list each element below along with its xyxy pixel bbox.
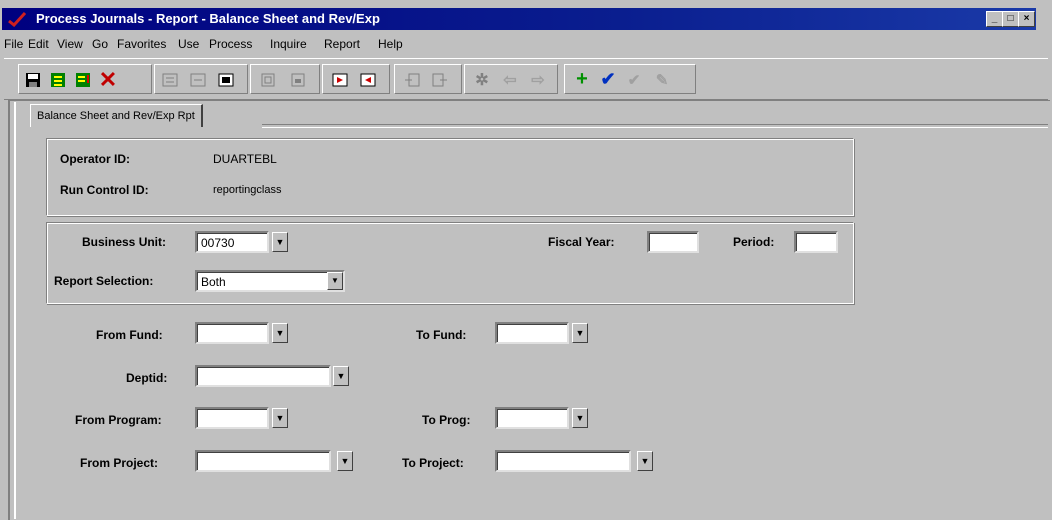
menu-view[interactable]: View [57, 37, 83, 51]
list-left-icon[interactable] [401, 69, 423, 90]
tab-balance-sheet[interactable]: Balance Sheet and Rev/Exp Rpt [30, 104, 203, 127]
paste-icon[interactable] [287, 69, 309, 90]
from-program-prompt-icon[interactable]: ▼ [272, 408, 288, 428]
from-program-input[interactable] [195, 407, 269, 429]
to-project-prompt-icon[interactable]: ▼ [637, 451, 653, 471]
from-fund-input[interactable] [195, 322, 269, 344]
toolbar-group-actions: + ✔ ✔ ✎ [564, 64, 696, 94]
from-fund-label: From Fund: [96, 328, 163, 342]
refresh-list-icon[interactable] [72, 69, 94, 90]
run-control-group [46, 138, 854, 216]
window-title: Process Journals - Report - Balance Shee… [36, 11, 380, 26]
business-unit-prompt-icon[interactable]: ▼ [272, 232, 288, 252]
menu-file[interactable]: File [4, 37, 23, 51]
toolbar: ✕ ✲ ⇦ ⇨ + ✔ ✔ ✎ [4, 58, 1048, 100]
insert-row-icon[interactable] [159, 69, 181, 90]
from-project-input[interactable] [195, 450, 331, 472]
gear-icon[interactable]: ✲ [471, 69, 493, 90]
operator-id-label: Operator ID: [60, 152, 131, 166]
business-unit-label: Business Unit: [82, 235, 167, 249]
toolbar-group-rows [154, 64, 248, 94]
menu-help[interactable]: Help [378, 37, 403, 51]
next-in-list-icon[interactable] [47, 69, 69, 90]
toolbar-group-list [394, 64, 462, 94]
update-display-all-icon[interactable]: ✔ [623, 69, 645, 90]
deptid-input[interactable] [195, 365, 331, 387]
correction-pencil-icon[interactable]: ✎ [651, 69, 673, 90]
from-project-prompt-icon[interactable]: ▼ [337, 451, 353, 471]
menu-use[interactable]: Use [178, 37, 199, 51]
to-fund-label: To Fund: [416, 328, 467, 342]
deptid-prompt-icon[interactable]: ▼ [333, 366, 349, 386]
back-arrow-icon[interactable]: ⇦ [499, 69, 521, 90]
business-unit-input[interactable]: 00730 [195, 231, 269, 253]
previous-page-icon[interactable] [329, 69, 351, 90]
list-right-icon[interactable] [429, 69, 451, 90]
app-window: Process Journals - Report - Balance Shee… [0, 0, 1052, 520]
toolbar-group-nav [322, 64, 390, 94]
toolbar-group-file: ✕ [18, 64, 152, 94]
period-input[interactable] [794, 231, 838, 253]
report-selection-dropdown-icon[interactable]: ▼ [327, 272, 343, 290]
fiscal-year-label: Fiscal Year: [548, 235, 615, 249]
next-page-icon[interactable] [357, 69, 379, 90]
run-control-id-value: reportingclass [213, 184, 282, 196]
forward-arrow-icon[interactable]: ⇨ [527, 69, 549, 90]
operator-id-value: DUARTEBL [213, 152, 277, 166]
period-label: Period: [733, 235, 775, 249]
menu-inquire[interactable]: Inquire [270, 37, 307, 51]
copy-icon[interactable] [257, 69, 279, 90]
menu-favorites[interactable]: Favorites [117, 37, 166, 51]
to-prog-prompt-icon[interactable]: ▼ [572, 408, 588, 428]
to-fund-prompt-icon[interactable]: ▼ [572, 323, 588, 343]
report-selection-select[interactable]: Both [195, 270, 345, 292]
menu-edit[interactable]: Edit [28, 37, 49, 51]
report-selection-label: Report Selection: [54, 274, 154, 288]
app-logo-icon [8, 11, 26, 27]
to-project-label: To Project: [402, 456, 464, 470]
cancel-x-icon[interactable]: ✕ [97, 67, 119, 92]
minimize-button[interactable]: _ [986, 11, 1003, 27]
update-checkmark-icon[interactable]: ✔ [597, 69, 619, 90]
to-fund-input[interactable] [495, 322, 569, 344]
toolbar-group-copy [250, 64, 320, 94]
menu-bar: File Edit View Go Favorites Use Process … [2, 34, 1048, 54]
tab-underline [262, 124, 1048, 128]
from-fund-prompt-icon[interactable]: ▼ [272, 323, 288, 343]
deptid-label: Deptid: [126, 371, 168, 385]
delete-row-icon[interactable] [187, 69, 209, 90]
report-selection-value: Both [201, 275, 226, 289]
menu-report[interactable]: Report [324, 37, 360, 51]
from-project-label: From Project: [80, 456, 159, 470]
to-prog-input[interactable] [495, 407, 569, 429]
to-prog-label: To Prog: [422, 413, 471, 427]
maximize-button[interactable]: □ [1002, 11, 1019, 27]
to-project-input[interactable] [495, 450, 631, 472]
menu-go[interactable]: Go [92, 37, 108, 51]
save-icon[interactable] [22, 69, 44, 90]
title-bar: Process Journals - Report - Balance Shee… [2, 8, 1036, 30]
close-button[interactable]: × [1018, 11, 1035, 27]
menu-process[interactable]: Process [209, 37, 252, 51]
toolbar-group-misc: ✲ ⇦ ⇨ [464, 64, 558, 94]
run-control-id-label: Run Control ID: [60, 183, 149, 197]
row-detail-icon[interactable] [215, 69, 237, 90]
from-program-label: From Program: [75, 413, 162, 427]
fiscal-year-input[interactable] [647, 231, 699, 253]
add-plus-icon[interactable]: + [571, 68, 593, 90]
